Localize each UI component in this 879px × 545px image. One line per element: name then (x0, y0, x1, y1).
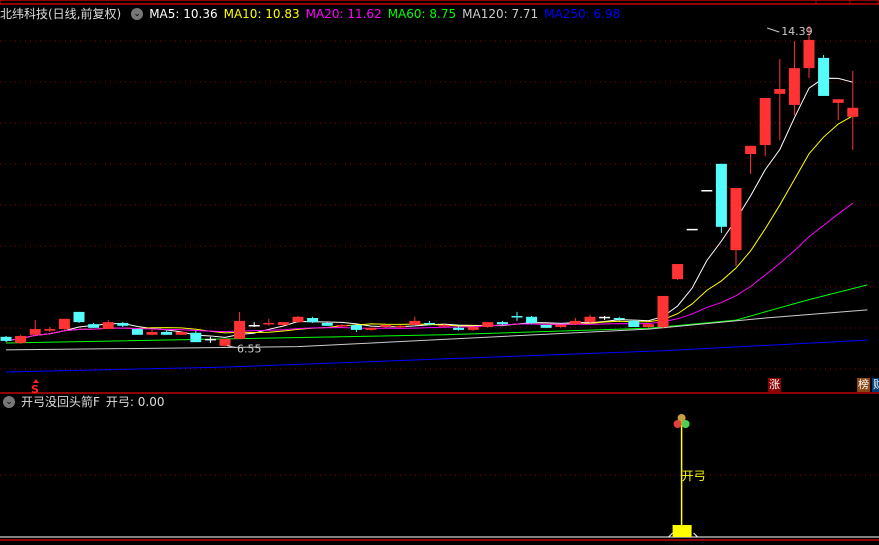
candle-body (292, 316, 304, 323)
candle-body (642, 324, 654, 328)
candle-body (161, 331, 173, 335)
candle-body (730, 187, 742, 251)
candle-body (365, 327, 377, 330)
candle-body (599, 316, 611, 319)
candle-body (248, 324, 260, 327)
indicator-header: ⌄ 开弓没回头箭F 开弓: 0.00 (0, 394, 164, 410)
ma60-label: MA60: 8.75 (387, 7, 457, 21)
candle-body (511, 315, 523, 318)
candle-body (409, 320, 421, 325)
signal-bar (672, 525, 692, 537)
candle-body (29, 329, 41, 335)
candle-body (453, 327, 465, 330)
candle-body (540, 324, 552, 328)
marker-cai[interactable]: 财 (872, 378, 879, 392)
candle-body (58, 318, 70, 330)
candle-body (672, 264, 684, 280)
candle-body (686, 228, 698, 231)
candle-body (569, 320, 581, 325)
low-price-label: 6.55 (237, 343, 262, 356)
candle-body (628, 320, 640, 328)
candle-body (73, 311, 85, 323)
candle-body (423, 322, 435, 325)
candle-body (350, 324, 362, 330)
candle-body (336, 324, 348, 327)
candle-body (715, 163, 727, 227)
ma250-label: MA250: 6.98 (544, 7, 621, 21)
chevron-down-icon[interactable]: ⌄ (131, 8, 144, 20)
candle-body (175, 331, 187, 335)
indicator-title: 开弓没回头箭F (21, 395, 100, 409)
candle-body (526, 316, 538, 323)
candle-body (832, 99, 844, 103)
candle-body (146, 331, 158, 335)
candle-body (759, 97, 771, 146)
candle-body (15, 336, 27, 343)
ma20-label: MA20: 11.62 (305, 7, 382, 21)
candle-body (204, 338, 216, 341)
candle-body (219, 338, 231, 346)
signal-ball-icon (681, 420, 690, 428)
high-arrow-icon (767, 27, 780, 33)
candle-body (263, 322, 275, 325)
candle-body (467, 327, 479, 330)
candle-body (803, 39, 815, 69)
marker-bang[interactable]: 榜 (857, 378, 870, 392)
signal-ball-icon (673, 420, 682, 428)
candle-body (496, 322, 508, 325)
candle-body (438, 324, 450, 327)
stock-title: 北纬科技(日线,前复权) (0, 7, 122, 21)
high-price-label: 14.39 (781, 25, 813, 38)
candle-body (613, 318, 625, 320)
candle-body (394, 325, 406, 328)
top-border (0, 0, 879, 5)
candle-body (117, 322, 129, 326)
candle-body (818, 57, 830, 96)
marker-zhang[interactable]: 涨 (768, 378, 781, 392)
candle-body (701, 190, 713, 192)
candle-body (321, 322, 333, 326)
candle-body (788, 68, 800, 105)
chevron-down-icon[interactable]: ⌄ (3, 396, 15, 408)
ma5-label: MA5: 10.36 (149, 7, 218, 21)
chart-header: 北纬科技(日线,前复权) ⌄ MA5: 10.36 MA10: 10.83 MA… (0, 5, 626, 23)
candle-body (847, 107, 859, 117)
candle-body (584, 316, 596, 323)
signal-label: 开弓 (682, 469, 706, 483)
ma10-label: MA10: 10.83 (223, 7, 300, 21)
candle-body (307, 318, 319, 323)
kline-chart[interactable]: 14.396.55S开弓 (0, 0, 879, 545)
candle-body (0, 336, 12, 341)
indicator-value: 开弓: 0.00 (105, 395, 165, 409)
ma-line-ma250 (5, 339, 868, 373)
candle-body (555, 324, 567, 328)
candle-body (102, 322, 114, 330)
candle-body (380, 324, 392, 328)
candle-body (234, 320, 246, 339)
ma-line-ma10 (5, 115, 854, 342)
candle-body (482, 322, 494, 328)
candle-body (774, 88, 786, 94)
candle-body (190, 332, 202, 343)
candle-body (277, 322, 289, 325)
candle-body (44, 329, 56, 331)
candle-body (88, 324, 100, 328)
candle-body (657, 295, 669, 328)
ma120-label: MA120: 7.71 (462, 7, 539, 21)
candle-body (131, 329, 143, 335)
candle-body (745, 145, 757, 155)
